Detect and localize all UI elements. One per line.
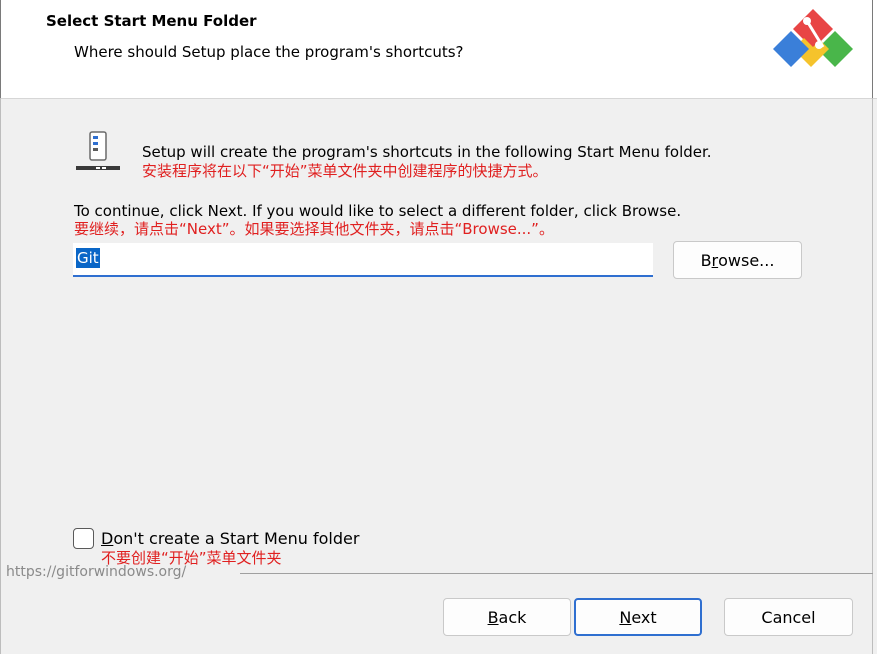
- next-label-accel: N: [619, 607, 632, 627]
- description-text: Setup will create the program's shortcut…: [142, 143, 712, 161]
- next-button[interactable]: Next: [574, 598, 702, 636]
- window-border-right-body: [872, 98, 873, 654]
- back-button[interactable]: Back: [443, 598, 571, 636]
- footer-divider: [240, 573, 873, 574]
- continue-instructions-cn: 要继续，请点击“Next”。如果要选择其他文件夹，请点击“Browse...”。: [74, 220, 554, 238]
- next-label-rest: ext: [631, 607, 657, 627]
- description-text-cn: 安装程序将在以下“开始”菜单文件夹中创建程序的快捷方式。: [142, 162, 548, 180]
- cancel-button[interactable]: Cancel: [724, 598, 853, 636]
- checkbox-label-accel: D: [101, 529, 114, 548]
- wizard-header: Select Start Menu Folder Where should Se…: [0, 0, 877, 99]
- git-logo-icon: [773, 9, 853, 67]
- window-border-left: [0, 0, 1, 98]
- browse-label-pre: B: [700, 250, 712, 270]
- window-border-left-body: [0, 98, 1, 654]
- browse-label-accel: r: [711, 250, 719, 270]
- start-menu-folder-input[interactable]: Git: [73, 243, 653, 277]
- window-border-right: [872, 0, 873, 98]
- cancel-label: Cancel: [761, 607, 816, 627]
- folder-input-value[interactable]: Git: [76, 248, 100, 268]
- website-url: https://gitforwindows.org/: [6, 564, 187, 580]
- start-menu-folder-icon: [76, 131, 120, 170]
- checkbox-label-rest: on't create a Start Menu folder: [113, 529, 360, 548]
- no-start-menu-checkbox-label[interactable]: Don't create a Start Menu folder: [101, 530, 359, 548]
- browse-button[interactable]: Br owse...: [673, 241, 802, 279]
- continue-instructions: To continue, click Next. If you would li…: [74, 202, 682, 220]
- page-title: Select Start Menu Folder: [46, 12, 257, 30]
- back-label-rest: ack: [498, 607, 527, 627]
- browse-label-post: owse...: [718, 250, 775, 270]
- back-label-accel: B: [487, 607, 499, 627]
- no-start-menu-checkbox[interactable]: [73, 528, 94, 549]
- page-subtitle: Where should Setup place the program's s…: [74, 43, 464, 61]
